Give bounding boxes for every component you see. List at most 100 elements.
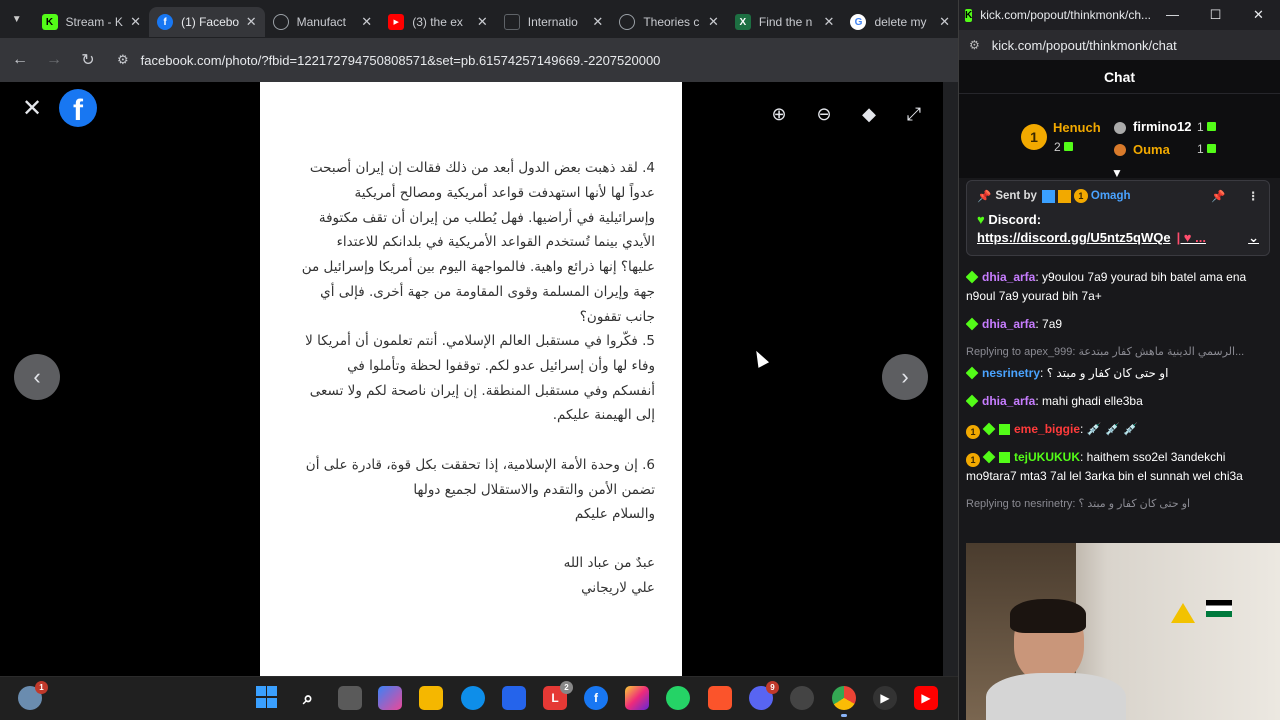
youtube-icon[interactable]: ▶ (914, 686, 938, 710)
tab-stream[interactable]: K Stream - K ✕ (34, 7, 150, 37)
chat-username[interactable]: eme_biggie (1014, 422, 1080, 436)
tab-search-button[interactable]: ▼ (0, 0, 34, 38)
tab-title: (1) Facebo (181, 15, 240, 29)
next-photo-button[interactable]: › (882, 354, 928, 400)
minimize-button[interactable]: — (1151, 7, 1194, 23)
media-player-icon[interactable]: ▶ (873, 686, 897, 710)
site-info-icon[interactable]: ⚙ (969, 38, 980, 52)
forward-button[interactable]: → (37, 51, 71, 69)
previous-photo-button[interactable]: ‹ (14, 354, 60, 400)
maximize-button[interactable]: ☐ (1194, 7, 1237, 23)
close-button[interactable]: ✕ (1237, 7, 1280, 23)
close-icon[interactable]: ✕ (361, 14, 372, 30)
file-explorer-icon[interactable] (419, 686, 443, 710)
bronze-medal-icon (1114, 144, 1126, 156)
chat-username[interactable]: tejUKUKUK (1014, 450, 1080, 464)
instagram-icon[interactable] (625, 686, 649, 710)
taskbar: 1 ⌕ L2 f 9 ▶ ▶ (0, 676, 958, 720)
excel-icon: X (734, 14, 751, 30)
fullscreen-icon[interactable]: ⤢ (900, 100, 928, 128)
second-place-name[interactable]: firmino12 (1133, 119, 1192, 134)
close-icon[interactable]: ✕ (477, 14, 488, 30)
discord-icon[interactable]: 9 (749, 681, 779, 710)
toolbar: ← → ↻ ⚙ facebook.com/photo/?fbid=1221727… (0, 38, 958, 82)
chat-username[interactable]: nesrinetry (982, 366, 1040, 380)
badge-icon (966, 394, 979, 408)
chat-text: mahi ghadi elle3ba (1042, 394, 1143, 408)
reload-button[interactable]: ↻ (71, 50, 105, 70)
close-icon[interactable]: ✕ (130, 14, 141, 30)
tab-manufact[interactable]: Manufact ✕ (265, 7, 381, 37)
tab-title: Manufact (296, 15, 346, 29)
close-icon[interactable]: ✕ (592, 14, 603, 30)
tab-find[interactable]: X Find the n ✕ (727, 7, 843, 37)
photo: 4. لقد ذهبت بعض الدول أبعد من ذلك فقالت … (260, 82, 682, 676)
chat-username[interactable]: dhia_arfa (982, 317, 1035, 331)
notification-badge: 2 (560, 681, 573, 694)
close-icon[interactable]: ✕ (246, 14, 257, 30)
tab-delete[interactable]: G delete my ✕ (842, 7, 958, 37)
task-view-icon[interactable] (338, 686, 362, 710)
globe-icon (272, 14, 289, 30)
close-icon[interactable]: ✕ (708, 14, 719, 30)
search-icon[interactable]: ⌕ (296, 686, 320, 710)
more-options-icon[interactable]: ⋮ (1248, 189, 1260, 203)
brave-icon[interactable] (708, 686, 732, 710)
reply-context[interactable]: Replying to apex_999: الرسمي الدينية ماه… (966, 343, 1270, 362)
youtube-icon: ▶ (388, 14, 405, 30)
pin-icon: 📌 (977, 191, 992, 203)
chat-username[interactable]: dhia_arfa (982, 270, 1035, 284)
facebook-logo-icon[interactable]: f (59, 89, 97, 127)
chat-title: Chat (959, 60, 1280, 94)
windows-start-icon[interactable] (255, 686, 277, 708)
whatsapp-icon[interactable] (666, 686, 690, 710)
popup-address: ⚙ kick.com/popout/thinkmonk/chat (959, 30, 1280, 60)
silver-medal-icon (1114, 122, 1126, 134)
tab-title: (3) the ex (412, 15, 463, 29)
tab-facebook[interactable]: f (1) Facebo ✕ (149, 7, 265, 37)
window-titlebar: K kick.com/popout/thinkmonk/ch... — ☐ ✕ (959, 0, 1280, 30)
scrollbar[interactable] (943, 82, 958, 676)
chrome-icon[interactable] (832, 686, 856, 717)
weather-icon[interactable]: 1 (18, 681, 48, 710)
edge-icon[interactable] (461, 686, 485, 710)
notification-badge: 1 (35, 681, 48, 694)
first-place-name[interactable]: Henuch (1053, 120, 1101, 135)
zoom-out-icon[interactable]: ⊖ (810, 100, 838, 128)
badge-icon (966, 366, 979, 380)
first-place-count: 2 (1054, 140, 1073, 154)
site-info-icon[interactable]: ⚙ (117, 52, 129, 68)
close-icon[interactable]: ✕ (939, 14, 950, 30)
chat-username[interactable]: dhia_arfa (982, 394, 1035, 408)
reply-context[interactable]: Replying to nesrinetry: او حتى كان كفار … (966, 495, 1270, 514)
zoom-in-icon[interactable]: ⊕ (765, 100, 793, 128)
chat-message: dhia_arfa: 7a9 (966, 315, 1270, 334)
pinned-user[interactable]: Omagh (1091, 190, 1131, 202)
close-icon[interactable]: ✕ (824, 14, 835, 30)
store-icon[interactable] (502, 686, 526, 710)
back-button[interactable]: ← (3, 51, 37, 69)
obs-icon[interactable] (790, 686, 814, 710)
url-text: facebook.com/photo/?fbid=122172794750808… (140, 52, 661, 68)
tab-internatio[interactable]: Internatio ✕ (496, 7, 612, 37)
tab-theories[interactable]: Theories c ✕ (611, 7, 727, 37)
tag-icon[interactable]: ◆ (855, 100, 883, 128)
chat-message: Replying to nesrinetry: او حتى كان كفار … (966, 495, 1270, 514)
app-l-icon[interactable]: L2 (543, 681, 573, 710)
microsoft365-icon[interactable] (378, 686, 402, 710)
popup-url: kick.com/popout/thinkmonk/chat (991, 37, 1177, 53)
chevron-down-icon[interactable]: ⌄ (1248, 230, 1259, 246)
sub-icon (999, 424, 1010, 435)
chat-message: Replying to apex_999: الرسمي الدينية ماه… (966, 343, 1270, 383)
kick-icon: K (965, 8, 973, 22)
omnibox[interactable]: ⚙ facebook.com/photo/?fbid=1221727947508… (111, 44, 926, 76)
tab-youtube[interactable]: ▶ (3) the ex ✕ (380, 7, 496, 37)
collapse-icon[interactable]: ▼ (1111, 166, 1123, 180)
facebook-icon[interactable]: f (584, 686, 608, 710)
third-place-name[interactable]: Ouma (1133, 142, 1170, 157)
chat-message: 1 tejUKUKUK: haithem sso2el 3andekchi mo9… (966, 450, 1243, 483)
close-icon[interactable]: ✕ (22, 94, 42, 123)
discord-link[interactable]: https://discord.gg/U5ntz5qWQe (977, 230, 1171, 246)
tab-title: Theories c (643, 15, 700, 29)
pin-icon[interactable]: 📌 (1211, 189, 1225, 203)
